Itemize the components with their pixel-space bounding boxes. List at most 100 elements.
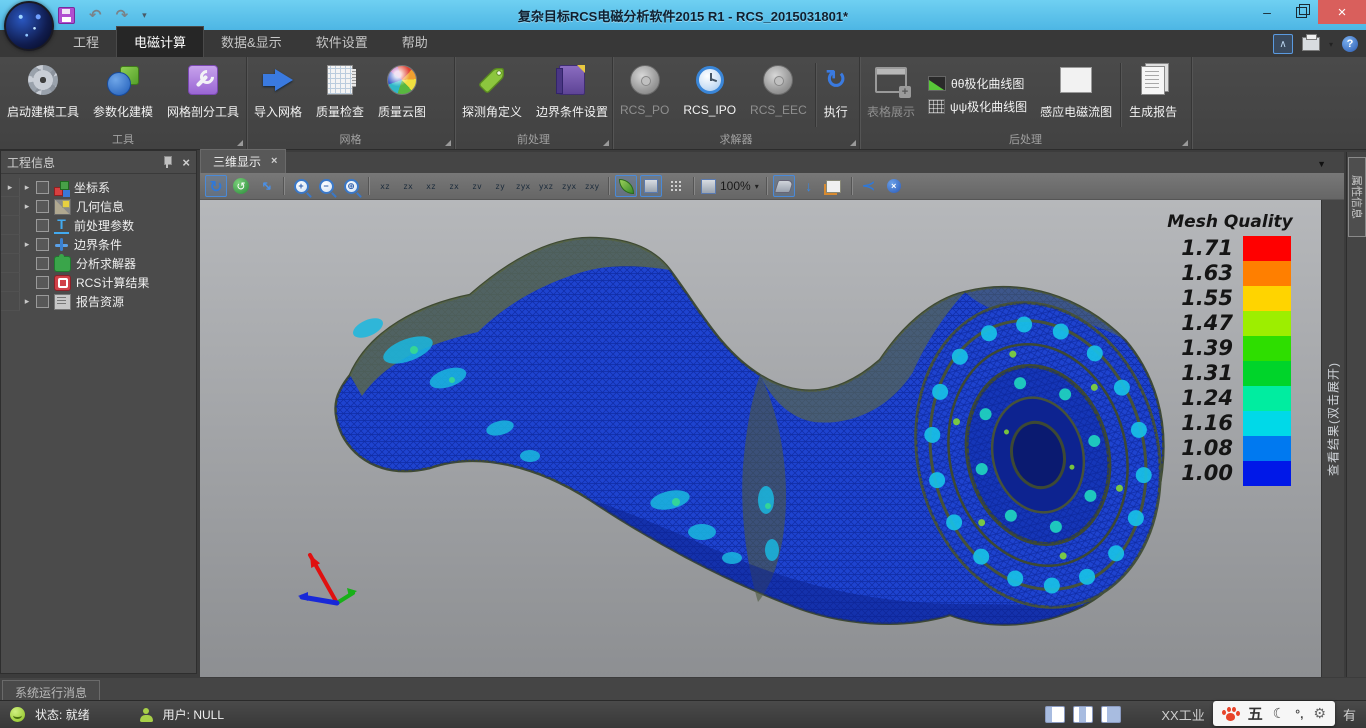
orbit-rotate-button[interactable]: ↻ xyxy=(205,175,227,197)
share-view-button[interactable]: ≺ xyxy=(858,175,880,197)
baidu-paw-icon[interactable] xyxy=(1222,707,1238,721)
layout-left-button[interactable] xyxy=(1045,706,1065,723)
expander-icon[interactable]: ▸ xyxy=(20,182,34,193)
parametric-modeling-button[interactable]: 参数化建模 xyxy=(86,57,160,133)
legend-value: 1.31 xyxy=(1155,361,1243,386)
view-orientation-button[interactable]: yxz xyxy=(536,175,556,197)
checkbox[interactable] xyxy=(36,181,49,194)
view-orientation-button[interactable]: zxy xyxy=(582,175,602,197)
restore-button[interactable] xyxy=(1284,0,1318,24)
view-orientation-button[interactable]: zy xyxy=(490,175,510,197)
launch-modeling-tool-button[interactable]: 启动建模工具 xyxy=(0,57,86,133)
ribbon-group-preprocessing: 探测角定义 边界条件设置 前处理 xyxy=(455,57,613,149)
dialog-launcher-icon[interactable] xyxy=(237,140,243,146)
rcs-ipo-button[interactable]: RCS_IPO xyxy=(676,57,743,133)
zoom-in-button[interactable]: + xyxy=(290,175,312,197)
tree-item-analysis-solver[interactable]: 分析求解器 xyxy=(1,254,196,273)
ime-mode-button[interactable]: 五 xyxy=(1248,703,1263,724)
view-orientation-button[interactable]: xz xyxy=(421,175,441,197)
tab-list-dropdown-icon[interactable]: ▼ xyxy=(1317,159,1326,169)
theta-polarization-curve-button[interactable]: θθ极化曲线图 xyxy=(928,75,1027,92)
expander-icon[interactable]: ▸ xyxy=(3,182,17,193)
ime-settings-gear-icon[interactable]: ⚙ xyxy=(1313,705,1326,722)
mesh-model[interactable] xyxy=(200,200,1321,677)
close-panel-icon[interactable]: × xyxy=(182,156,190,169)
zoom-fit-button[interactable]: ⊕ xyxy=(340,175,362,197)
dialog-launcher-icon[interactable] xyxy=(603,140,609,146)
psi-polarization-curve-button[interactable]: ψψ极化曲线图 xyxy=(928,98,1027,115)
tree-item-rcs-results[interactable]: RCS计算结果 xyxy=(1,273,196,292)
quality-check-button[interactable]: 质量检查 xyxy=(309,57,371,133)
tab-project[interactable]: 工程 xyxy=(56,27,116,57)
view-orientation-button[interactable]: zyx xyxy=(559,175,579,197)
tree-item-report-resources[interactable]: ▸ 报告资源 xyxy=(1,292,196,311)
checkbox[interactable] xyxy=(36,257,49,270)
checkbox[interactable] xyxy=(36,200,49,213)
expander-icon[interactable]: ▸ xyxy=(20,239,34,250)
layout-right-button[interactable] xyxy=(1101,706,1121,723)
tab-help[interactable]: 帮助 xyxy=(385,27,445,57)
import-mesh-button[interactable]: 导入网格 xyxy=(247,57,309,133)
3d-viewport[interactable]: Mesh Quality 1.71 1.63 1.55 1.47 1.39 1.… xyxy=(200,200,1321,677)
window-style-dropdown-icon[interactable]: ▾ xyxy=(1329,40,1333,49)
tree-item-geometry-info[interactable]: ▸ 几何信息 xyxy=(1,197,196,216)
tab-em-computation[interactable]: 电磁计算 xyxy=(116,26,204,57)
rcs-eec-button[interactable]: RCS_EEC xyxy=(743,57,814,133)
checkbox[interactable] xyxy=(36,219,49,232)
zoom-out-button[interactable]: − xyxy=(315,175,337,197)
view-orientation-button[interactable]: zv xyxy=(467,175,487,197)
flat-shading-button[interactable] xyxy=(640,175,662,197)
layout-middle-button[interactable] xyxy=(1073,706,1093,723)
surface-display-button[interactable] xyxy=(773,175,795,197)
induced-em-current-map-button[interactable]: 感应电磁流图 xyxy=(1033,57,1119,133)
view-orientation-button[interactable]: xz xyxy=(375,175,395,197)
pin-icon[interactable] xyxy=(162,156,172,168)
dialog-launcher-icon[interactable] xyxy=(1182,140,1188,146)
help-icon[interactable]: ? xyxy=(1342,36,1358,52)
button-label: 生成报告 xyxy=(1129,103,1177,120)
tab-data-display[interactable]: 数据&显示 xyxy=(204,27,299,57)
punctuation-mode-button[interactable]: °, xyxy=(1295,707,1303,721)
wireframe-points-button[interactable] xyxy=(665,175,687,197)
zoom-percent-control[interactable]: 100% ▾ xyxy=(700,175,760,197)
dialog-launcher-icon[interactable] xyxy=(850,140,856,146)
close-tab-icon[interactable]: × xyxy=(271,156,277,167)
expander-icon[interactable]: ▸ xyxy=(20,201,34,212)
checkbox[interactable] xyxy=(36,238,49,251)
view-orientation-button[interactable]: zx xyxy=(444,175,464,197)
generate-report-button[interactable]: 生成报告 xyxy=(1122,57,1184,133)
minimize-button[interactable]: – xyxy=(1250,0,1284,24)
execute-button[interactable]: ↻ 执行 xyxy=(817,57,855,133)
tree-item-preprocess-params[interactable]: T 前处理参数 xyxy=(1,216,196,235)
tab-view-results[interactable]: 查看结果(双击展开) xyxy=(1325,362,1342,476)
download-view-button[interactable]: ↓ xyxy=(798,175,820,197)
dialog-launcher-icon[interactable] xyxy=(445,140,451,146)
legend-value: 1.71 xyxy=(1155,236,1243,261)
tab-property-info[interactable]: 属性信息 xyxy=(1348,157,1366,237)
smooth-shading-button[interactable] xyxy=(615,175,637,197)
probe-angle-define-button[interactable]: 探测角定义 xyxy=(455,57,529,133)
boundary-condition-setting-button[interactable]: 边界条件设置 xyxy=(529,57,615,133)
tree-item-boundary-conditions[interactable]: ▸ 边界条件 xyxy=(1,235,196,254)
pan-button[interactable]: ↔ xyxy=(255,175,277,197)
moon-icon[interactable]: ☾ xyxy=(1273,705,1286,722)
tab-3d-display[interactable]: 三维显示 × xyxy=(200,149,286,173)
close-button[interactable]: × xyxy=(1318,0,1366,24)
expander-icon[interactable]: ▸ xyxy=(20,296,34,307)
view-orientation-button[interactable]: zx xyxy=(398,175,418,197)
rcs-po-button[interactable]: RCS_PO xyxy=(613,57,676,133)
collapse-ribbon-icon[interactable]: ∧ xyxy=(1273,34,1293,54)
refresh-view-button[interactable]: ↺ xyxy=(230,175,252,197)
checkbox[interactable] xyxy=(36,276,49,289)
mesh-partition-tool-button[interactable]: 网格剖分工具 xyxy=(160,57,246,133)
checkbox[interactable] xyxy=(36,295,49,308)
view-orientation-button[interactable]: zyx xyxy=(513,175,533,197)
quality-cloud-map-button[interactable]: 质量云图 xyxy=(371,57,433,133)
copy-window-button[interactable] xyxy=(823,175,845,197)
tree-item-coordinate-system[interactable]: ▸ ▸ 坐标系 xyxy=(1,178,196,197)
tab-settings[interactable]: 软件设置 xyxy=(299,27,385,57)
window-style-icon[interactable] xyxy=(1302,37,1320,51)
night-photo-icon xyxy=(1060,67,1092,93)
close-view-button[interactable]: × xyxy=(883,175,905,197)
table-display-button[interactable]: 表格展示 xyxy=(860,57,922,133)
